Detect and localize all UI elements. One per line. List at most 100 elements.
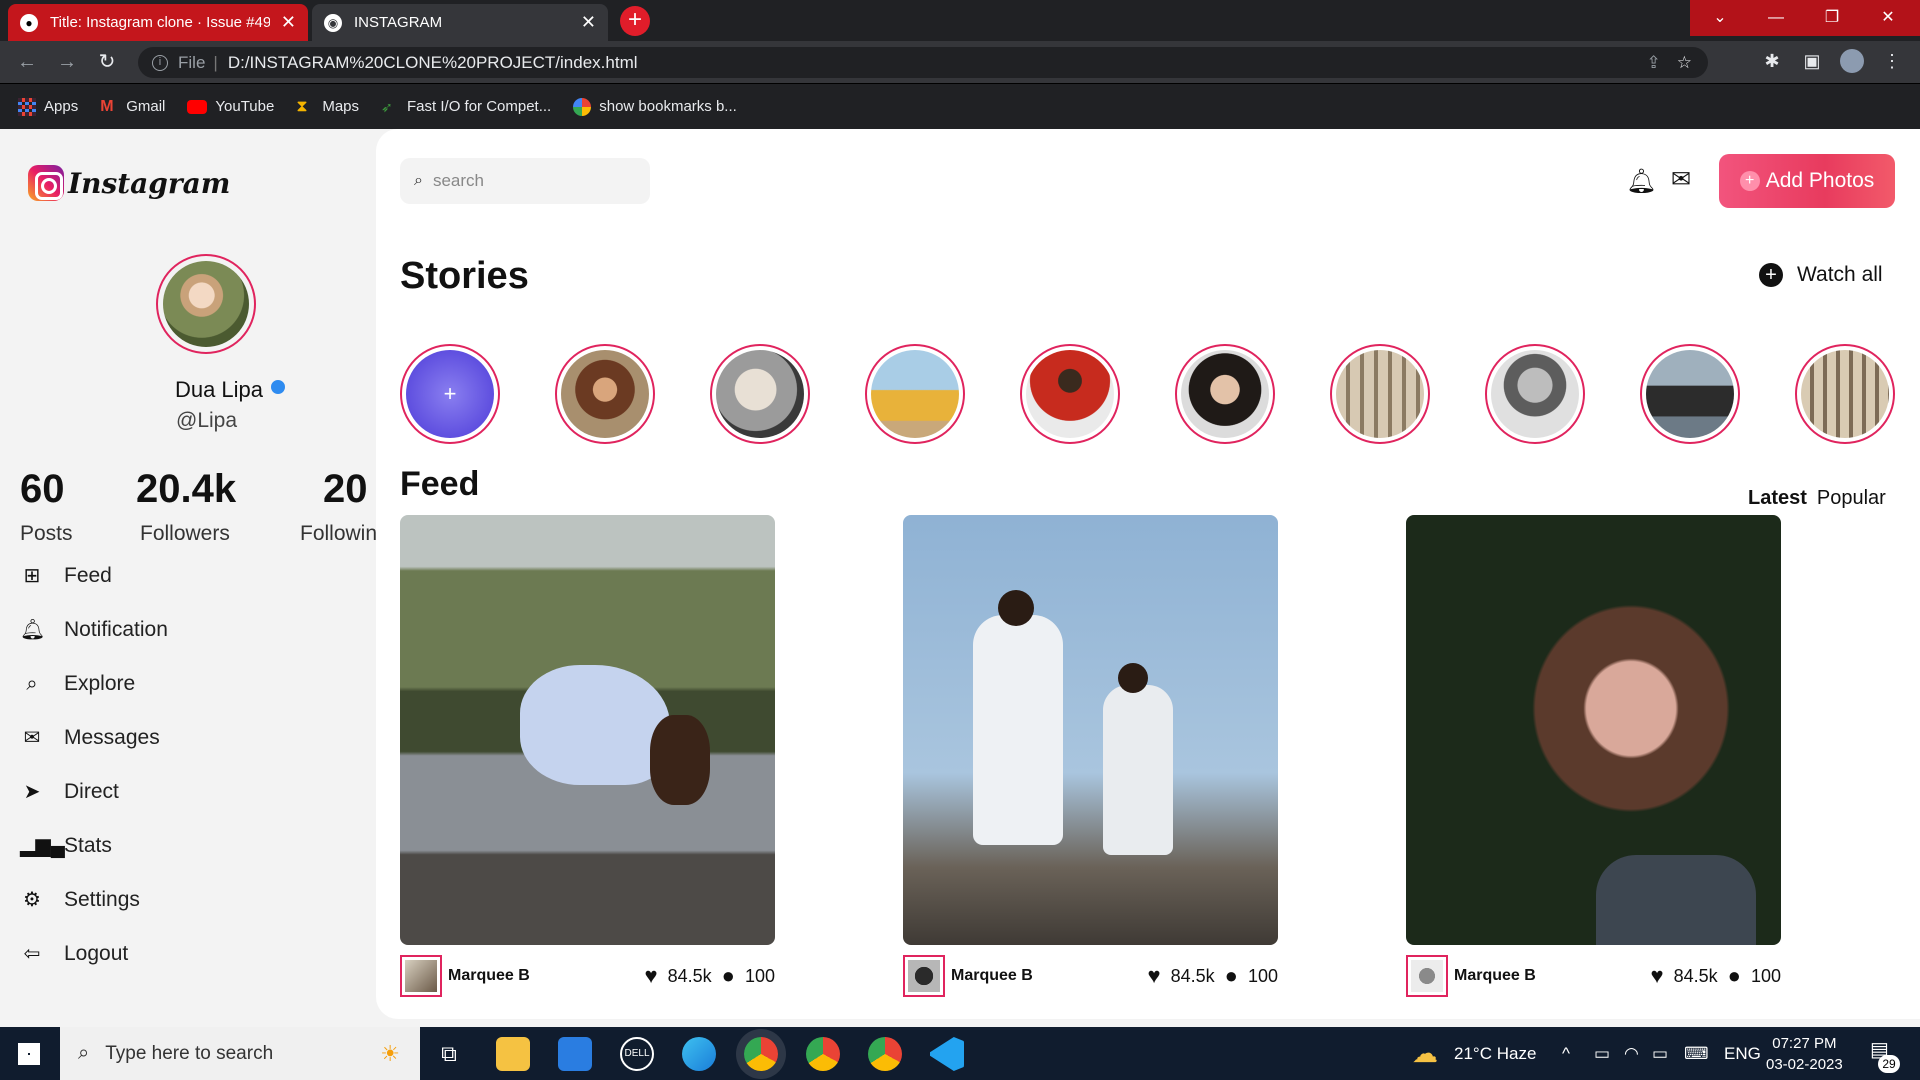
story-item[interactable] [1330, 344, 1430, 444]
bookmark-apps[interactable]: Apps [18, 97, 78, 116]
keyboard-icon[interactable]: ⌨ [1684, 1027, 1709, 1080]
address-bar[interactable]: i File | D:/INSTAGRAM%20CLONE%20PROJECT/… [138, 47, 1708, 78]
task-view-icon[interactable]: ⧉ [432, 1037, 466, 1071]
stat-label: Following [300, 522, 376, 545]
story-item[interactable] [1020, 344, 1120, 444]
user-avatar[interactable] [400, 955, 442, 997]
stat-following: 20 Following [300, 467, 376, 546]
edge-icon[interactable] [682, 1037, 716, 1071]
notification-bell-icon[interactable]: 🔔︎ [1626, 167, 1656, 196]
back-icon[interactable]: ← [14, 49, 40, 75]
plus-circle-icon: + [1759, 263, 1783, 287]
story-item[interactable] [555, 344, 655, 444]
tab-latest[interactable]: Latest [1748, 487, 1807, 510]
clock[interactable]: 07:27 PM 03-02-2023 [1766, 1033, 1843, 1075]
bookmark-show[interactable]: show bookmarks b... [573, 97, 737, 116]
restore-button[interactable]: ❐ [1806, 0, 1858, 36]
file-explorer-icon[interactable] [496, 1037, 530, 1071]
story-item[interactable] [1175, 344, 1275, 444]
feed-post[interactable]: Marquee B ♥ 84.5k ● 100 [400, 515, 775, 999]
dell-icon[interactable]: DELL [620, 1037, 654, 1071]
info-icon[interactable]: i [152, 54, 168, 71]
profile-avatar[interactable] [1840, 49, 1864, 73]
weather-text[interactable]: 21°C Haze [1454, 1027, 1536, 1080]
add-photos-button[interactable]: + Add Photos [1719, 154, 1895, 208]
taskbar-search-input[interactable]: ⌕ Type here to search ☀ [60, 1027, 420, 1080]
bookmark-fast-io[interactable]: ➶ Fast I/O for Compet... [381, 98, 551, 116]
menu-dots-icon[interactable]: ⋮ [1880, 49, 1904, 73]
user-avatar[interactable] [903, 955, 945, 997]
heart-icon[interactable]: ♥ [1148, 963, 1161, 989]
feed-post[interactable]: Marquee B ♥ 84.5k ● 100 [903, 515, 1278, 999]
chevron-up-icon[interactable]: ^ [1562, 1027, 1570, 1080]
page: Instagram Dua Lipa @Lipa 60 Posts 20.4k … [0, 129, 1920, 1027]
battery-icon[interactable]: ▭ [1652, 1027, 1668, 1080]
watch-all-label: Watch all [1797, 263, 1883, 286]
forward-icon[interactable]: → [54, 49, 80, 75]
feed-post[interactable]: Marquee B ♥ 84.5k ● 100 [1406, 515, 1781, 999]
heart-icon[interactable]: ♥ [645, 963, 658, 989]
chrome-icon[interactable] [744, 1037, 778, 1071]
sidebar-item-label: Direct [64, 780, 119, 803]
close-icon[interactable]: ✕ [281, 12, 296, 33]
tab-search-icon[interactable]: ⌄ [1694, 0, 1746, 36]
chrome-icon[interactable] [806, 1037, 840, 1071]
mail-icon[interactable] [558, 1037, 592, 1071]
sidebar-item-direct[interactable]: ➤ Direct [20, 765, 168, 819]
profile-avatar-large[interactable] [156, 254, 256, 354]
post-username[interactable]: Marquee B [1454, 967, 1536, 985]
comment-count: 100 [744, 965, 775, 986]
story-item[interactable] [865, 344, 965, 444]
sidebar-item-feed[interactable]: ⊞ Feed [20, 549, 168, 603]
bookmark-gmail[interactable]: M Gmail [100, 98, 165, 116]
comment-icon[interactable]: ● [722, 963, 735, 989]
post-image[interactable] [903, 515, 1278, 945]
messages-icon[interactable]: ✉ [1671, 165, 1691, 194]
story-item[interactable] [1640, 344, 1740, 444]
story-item[interactable] [1485, 344, 1585, 444]
window-close-button[interactable]: ✕ [1862, 0, 1914, 36]
search-input[interactable]: ⌕ search [400, 158, 650, 204]
share-icon[interactable]: ⇪ [1647, 53, 1661, 73]
wifi-icon[interactable]: ◠ [1624, 1027, 1639, 1080]
language-indicator[interactable]: ENG [1724, 1027, 1761, 1080]
minimize-button[interactable]: — [1750, 0, 1802, 36]
tab-popular[interactable]: Popular [1817, 487, 1886, 510]
tab-instagram[interactable]: ◉ INSTAGRAM ✕ [312, 4, 608, 41]
chrome-icon[interactable] [868, 1037, 902, 1071]
story-item[interactable] [710, 344, 810, 444]
weather-icon[interactable]: ☁ [1412, 1027, 1438, 1080]
story-add[interactable]: + [400, 344, 500, 444]
tab-github-issue[interactable]: ● Title: Instagram clone · Issue #49 ✕ [8, 4, 308, 41]
bookmark-maps[interactable]: ⧗ Maps [296, 98, 359, 116]
sidebar-item-logout[interactable]: ⇦ Logout [20, 927, 168, 981]
extensions-icon[interactable]: ✱ [1760, 49, 1784, 73]
sidebar-item-notification[interactable]: 🔔︎ Notification [20, 603, 168, 657]
meet-icon[interactable]: ▭ [1594, 1027, 1610, 1080]
sidebar-item-settings[interactable]: ⚙ Settings [20, 873, 168, 927]
vscode-icon[interactable] [930, 1037, 964, 1071]
star-icon[interactable]: ☆ [1677, 53, 1692, 73]
heart-icon[interactable]: ♥ [1651, 963, 1664, 989]
google-icon [573, 97, 592, 116]
instagram-icon [28, 165, 64, 201]
sidebar-item-explore[interactable]: ⌕ Explore [20, 657, 168, 711]
bookmark-youtube[interactable]: YouTube [187, 98, 274, 115]
sidebar-item-stats[interactable]: ▂▆▄ Stats [20, 819, 168, 873]
story-item[interactable] [1795, 344, 1895, 444]
windows-start-icon[interactable] [18, 1043, 40, 1065]
close-icon[interactable]: ✕ [581, 12, 596, 33]
post-username[interactable]: Marquee B [448, 967, 530, 985]
reload-icon[interactable]: ↻ [94, 49, 120, 75]
comment-icon[interactable]: ● [1225, 963, 1238, 989]
comment-icon[interactable]: ● [1728, 963, 1741, 989]
post-username[interactable]: Marquee B [951, 967, 1033, 985]
user-avatar[interactable] [1406, 955, 1448, 997]
instagram-logo[interactable]: Instagram [28, 165, 230, 201]
sidebar-item-messages[interactable]: ✉ Messages [20, 711, 168, 765]
side-panel-icon[interactable]: ▣ [1800, 49, 1824, 73]
post-image[interactable] [1406, 515, 1781, 945]
post-image[interactable] [400, 515, 775, 945]
watch-all-button[interactable]: + Watch all [1759, 263, 1883, 287]
new-tab-button[interactable]: + [620, 6, 650, 36]
